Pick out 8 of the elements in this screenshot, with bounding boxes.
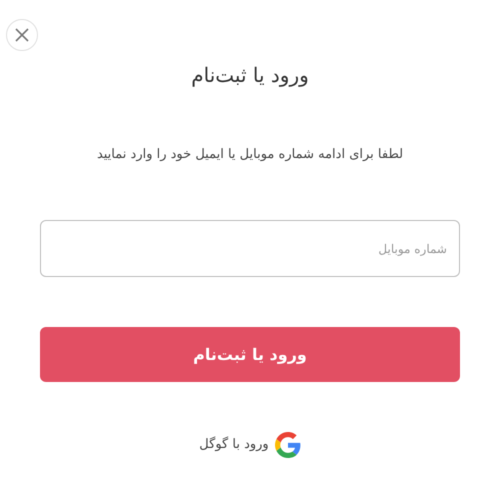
instruction-text: لطفا برای ادامه شماره موبایل یا ایمیل خود را وارد نمایید bbox=[96, 146, 404, 164]
dialog-title: ورود یا ثبت‌نام bbox=[191, 62, 309, 89]
google-g-icon bbox=[274, 432, 301, 458]
close-button[interactable] bbox=[6, 19, 38, 51]
mobile-input-field[interactable]: شماره موبایل bbox=[40, 220, 460, 277]
login-register-button[interactable]: ورود یا ثبت‌نام bbox=[40, 327, 460, 382]
close-icon bbox=[14, 27, 30, 43]
google-login-link[interactable]: ورود با گوگل bbox=[199, 432, 301, 458]
